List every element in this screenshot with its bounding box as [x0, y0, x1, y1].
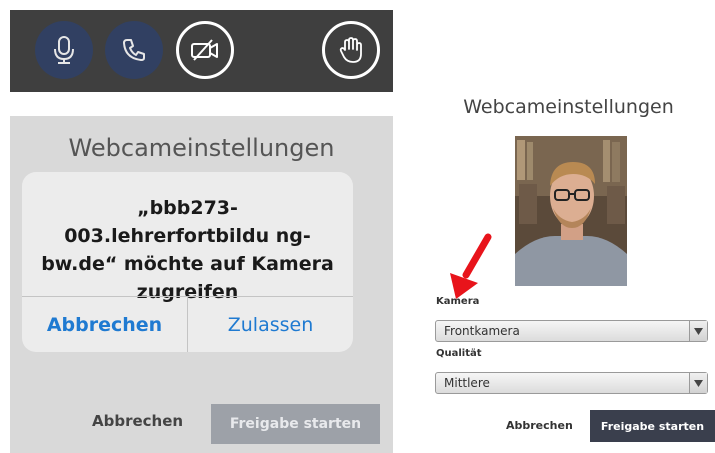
start-sharing-button[interactable]: Freigabe starten — [211, 404, 380, 444]
webcam-settings-dialog-ios: Webcameinstellungen „bbb273-003.lehrerfo… — [10, 116, 393, 453]
quality-select-value: Mittlere — [444, 376, 490, 390]
microphone-button[interactable] — [35, 21, 93, 79]
dialog-title: Webcameinstellungen — [68, 134, 335, 162]
microphone-icon — [54, 36, 74, 64]
video-off-icon — [191, 39, 218, 61]
video-toggle-button[interactable] — [176, 21, 234, 79]
start-sharing-button[interactable]: Freigabe starten — [590, 410, 715, 442]
camera-select-value: Frontkamera — [444, 324, 520, 338]
phone-button[interactable] — [105, 21, 163, 79]
media-toolbar — [10, 10, 393, 92]
chevron-down-icon — [689, 373, 707, 393]
quality-select[interactable]: Mittlere — [435, 372, 708, 394]
alert-message: „bbb273-003.lehrerfortbildu ng-bw.de“ mö… — [41, 197, 334, 303]
chevron-down-icon — [689, 321, 707, 341]
alert-cancel-button[interactable]: Abbrechen — [22, 297, 187, 352]
alert-allow-button[interactable]: Zulassen — [188, 297, 353, 352]
cancel-button[interactable]: Abbrechen — [92, 412, 183, 430]
webcam-preview — [515, 136, 627, 286]
webcam-preview-image — [515, 136, 627, 286]
camera-permission-alert: „bbb273-003.lehrerfortbildu ng-bw.de“ mö… — [22, 172, 353, 352]
quality-label: Qualität — [436, 348, 482, 359]
annotation-arrow-icon — [450, 233, 492, 299]
phone-icon — [123, 39, 145, 61]
camera-select[interactable]: Frontkamera — [435, 320, 708, 342]
raise-hand-button[interactable] — [322, 21, 380, 79]
cancel-button[interactable]: Abbrechen — [506, 419, 573, 432]
dialog-title: Webcameinstellungen — [463, 96, 674, 118]
raise-hand-icon — [339, 37, 362, 63]
